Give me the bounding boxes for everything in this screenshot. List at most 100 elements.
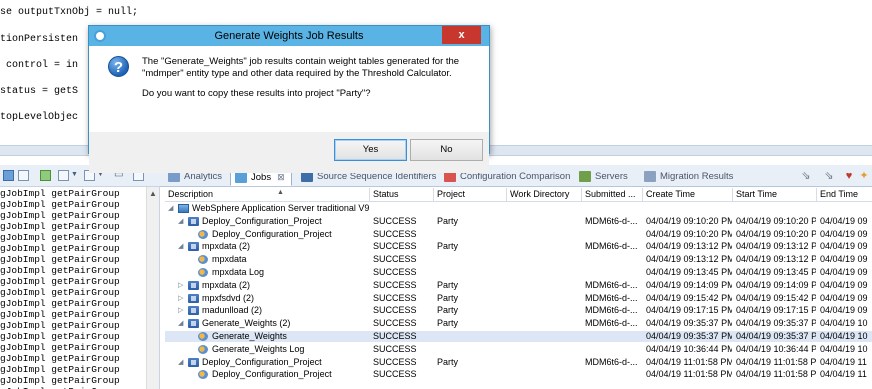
pin-icon[interactable]: ⇘: [800, 170, 812, 182]
cell-end: 04/04/19 09: [820, 215, 868, 226]
job-icon: [188, 319, 199, 329]
expanded-twisty-icon[interactable]: ◢: [178, 357, 186, 368]
left-tree-row[interactable]: gJobImpl getPairGroup: [0, 221, 120, 232]
vertical-scrollbar[interactable]: ▲: [146, 187, 159, 389]
cell-submitted: MDM6t6-d-...: [585, 292, 638, 303]
cell-create: 04/04/19 11:01:58 PM: [646, 369, 732, 380]
dialog-message: The "Generate_Weights" job results conta…: [142, 56, 460, 79]
left-tree-row[interactable]: gJobImpl getPairGroup: [0, 199, 120, 210]
column-header-end-time[interactable]: End Time: [817, 188, 872, 201]
left-tree-row[interactable]: gJobImpl getPairGroup: [0, 375, 120, 386]
expanded-twisty-icon[interactable]: ◢: [178, 241, 186, 252]
table-row[interactable]: mpxdata Log SUCCESS 04/04/19 09:13:45 PM 04…: [165, 267, 872, 278]
left-tree-row[interactable]: gJobImpl getPairGroup: [0, 298, 120, 309]
table-row[interactable]: Generate_Weights Log SUCCESS 04/04/19 10:3…: [165, 344, 872, 355]
table-row[interactable]: Deploy_Configuration_Project SUCCESS 04/04…: [165, 229, 872, 240]
column-header-description[interactable]: Description: [165, 188, 370, 201]
link-editor-icon[interactable]: [18, 170, 29, 181]
column-header-work-directory[interactable]: Work Directory: [507, 188, 582, 201]
table-row[interactable]: ◢ Deploy_Configuration_Project SUCCESS Part…: [165, 357, 872, 368]
table-row[interactable]: ▷ mpxfsdvd (2) SUCCESS Party MDM6t6-d-... 04/…: [165, 293, 872, 304]
tab-servers[interactable]: Servers: [575, 168, 628, 186]
left-tree-row[interactable]: gJobImpl getPairGroup: [0, 210, 120, 221]
cell-project: [437, 254, 506, 265]
table-row[interactable]: ▷ madunlload (2) SUCCESS Party MDM6t6-d-... 0…: [165, 305, 872, 316]
table-row[interactable]: Generate_Weights SUCCESS 04/04/19 09:35:37…: [165, 331, 872, 342]
cell-submitted: MDM6t6-d-...: [585, 279, 638, 290]
cell-status: SUCCESS: [373, 241, 417, 252]
job-description: Deploy_Configuration_Project: [202, 215, 322, 226]
column-header-start-time[interactable]: Start Time: [733, 188, 817, 201]
job-description: mpxdata Log: [212, 267, 265, 277]
table-row[interactable]: ◢ Deploy_Configuration_Project SUCCESS Part…: [165, 216, 872, 227]
code-line: topLevelObjec: [0, 112, 79, 123]
column-header-create-time[interactable]: Create Time: [643, 188, 733, 201]
table-row[interactable]: ◢ mpxdata (2) SUCCESS Party MDM6t6-d-... 04/0…: [165, 241, 872, 252]
table-row[interactable]: ◢ WebSphere Application Server traditiona…: [165, 203, 872, 214]
job-icon: [188, 293, 199, 303]
job-description: Deploy_Configuration_Project: [202, 356, 322, 367]
column-header-submitted[interactable]: Submitted ...: [582, 188, 643, 201]
column-header-status[interactable]: Status: [370, 188, 434, 201]
tab-migration-results[interactable]: Migration Results: [640, 168, 733, 186]
cell-submitted: MDM6t6-d-...: [585, 356, 638, 367]
cell-submitted: [585, 203, 642, 214]
link-icon[interactable]: ⇘: [823, 170, 835, 182]
collapsed-twisty-icon[interactable]: ▷: [178, 293, 186, 304]
dialog-titlebar[interactable]: Generate Weights Job Results x: [89, 26, 489, 46]
filter-icon[interactable]: [40, 170, 51, 181]
left-tree-row[interactable]: gJobImpl getPairGroup: [0, 188, 120, 199]
left-tree-row[interactable]: gJobImpl getPairGroup: [0, 254, 120, 265]
cell-end: 04/04/19 09: [820, 279, 868, 290]
job-icon: [188, 242, 199, 252]
filter-icon[interactable]: ♥: [843, 170, 855, 182]
collapse-all-icon[interactable]: [3, 170, 14, 181]
sort-ascending-icon[interactable]: ▲: [277, 188, 284, 198]
jobs-table[interactable]: Description Status Project Work Directory Su…: [165, 188, 872, 389]
server-icon: [178, 204, 189, 213]
table-row[interactable]: ▷ mpxdata (2) SUCCESS Party MDM6t6-d-... 04/0…: [165, 280, 872, 291]
left-tree-row[interactable]: gJobImpl getPairGroup: [0, 353, 120, 364]
task-icon: [198, 255, 208, 265]
cell-project: [437, 331, 506, 342]
question-icon: ?: [108, 56, 129, 77]
chevron-down-icon[interactable]: ▼: [71, 171, 78, 178]
left-tree-row[interactable]: gJobImpl getPairGroup: [0, 243, 120, 254]
expanded-twisty-icon[interactable]: ◢: [168, 203, 176, 214]
cell-status: SUCCESS: [373, 215, 417, 226]
cell-create: 04/04/19 09:10:20 PM: [646, 228, 732, 239]
left-tree-row[interactable]: gJobImpl getPairGroup: [0, 342, 120, 353]
cell-start: 04/04/19 09:10:20 PM: [736, 215, 816, 226]
collapsed-twisty-icon[interactable]: ▷: [178, 280, 186, 291]
cell-submitted: [585, 254, 642, 265]
tab-label: Servers: [595, 171, 628, 182]
cell-project: Party: [437, 292, 459, 303]
left-tree-row[interactable]: gJobImpl getPairGroup: [0, 232, 120, 243]
left-tree-row[interactable]: gJobImpl getPairGroup: [0, 364, 120, 375]
close-button[interactable]: x: [442, 26, 481, 44]
delete-icon[interactable]: ✦: [858, 170, 870, 182]
no-button[interactable]: No: [410, 139, 483, 161]
jobs-icon: [235, 172, 247, 183]
left-tree-list[interactable]: gJobImpl getPairGroup gJobImpl getPairGro…: [0, 187, 160, 389]
view-menu-icon[interactable]: [58, 170, 69, 181]
cell-submitted: [585, 229, 642, 240]
table-row[interactable]: ◢ Generate_Weights (2) SUCCESS Party MDM6t6-…: [165, 318, 872, 329]
table-row[interactable]: Deploy_Configuration_Project SUCCESS 04/04…: [165, 369, 872, 380]
table-row[interactable]: mpxdata SUCCESS 04/04/19 09:13:12 PM 04/04/…: [165, 254, 872, 265]
expanded-twisty-icon[interactable]: ◢: [178, 318, 186, 329]
scroll-up-icon[interactable]: ▲: [149, 189, 157, 198]
expanded-twisty-icon[interactable]: ◢: [178, 216, 186, 227]
cell-project: [437, 369, 506, 380]
left-tree-row[interactable]: gJobImpl getPairGroup: [0, 309, 120, 320]
cell-project: Party: [437, 318, 459, 329]
column-header-project[interactable]: Project: [434, 188, 507, 201]
left-tree-row[interactable]: gJobImpl getPairGroup: [0, 287, 120, 298]
left-tree-row[interactable]: gJobImpl getPairGroup: [0, 331, 120, 342]
left-tree-row[interactable]: gJobImpl getPairGroup: [0, 320, 120, 331]
collapsed-twisty-icon[interactable]: ▷: [178, 305, 186, 316]
yes-button[interactable]: Yes: [334, 139, 407, 161]
left-tree-row[interactable]: gJobImpl getPairGroup: [0, 265, 120, 276]
left-tree-row[interactable]: gJobImpl getPairGroup: [0, 276, 120, 287]
cell-end: 04/04/19 09: [820, 267, 868, 277]
